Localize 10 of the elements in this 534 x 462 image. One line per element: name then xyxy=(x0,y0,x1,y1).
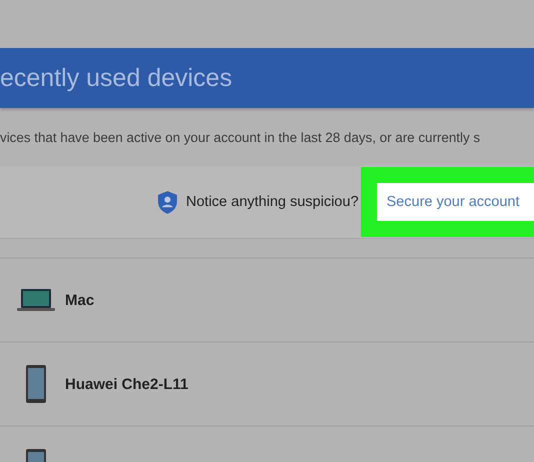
notice-text: Notice anything suspiciou xyxy=(186,194,350,210)
device-name[interactable]: Mac xyxy=(65,292,94,308)
description-text: vices that have been active on your account in the last 28 days, or are currently s xyxy=(0,128,482,147)
shield-icon xyxy=(158,190,177,214)
question-mark-text: ? xyxy=(350,194,359,210)
device-name[interactable]: Huawei Che2-L11 xyxy=(65,376,188,392)
secure-account-link[interactable]: Secure your account xyxy=(360,167,534,237)
phone-icon xyxy=(26,365,46,403)
page-title: ecently used devices xyxy=(0,64,232,92)
laptop-icon xyxy=(17,289,55,311)
